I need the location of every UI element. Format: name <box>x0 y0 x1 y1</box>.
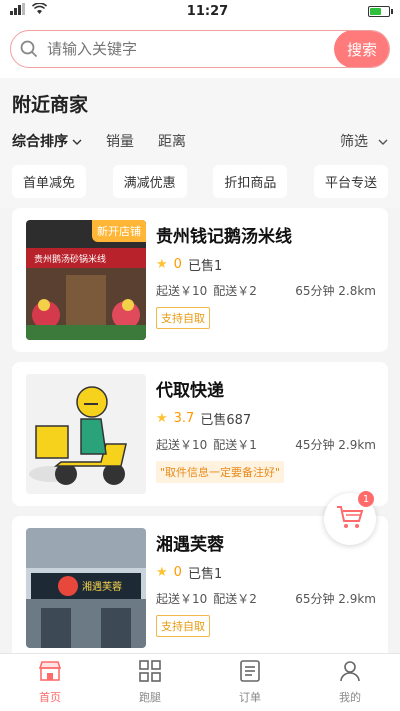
self-pickup-tag: 支持自取 <box>156 307 210 329</box>
sort-distance[interactable]: 距离 <box>158 131 186 151</box>
shop-score: 0 <box>173 565 182 580</box>
shop-image: 贵州鹅汤砂锅米线 新开店铺 <box>26 220 146 340</box>
sort-comprehensive[interactable]: 综合排序 <box>12 131 82 151</box>
shop-sign-text: 湘遇芙蓉 <box>82 580 122 593</box>
sort-bar: 综合排序 销量 距离 筛选 <box>12 131 388 151</box>
chip-discount-full[interactable]: 满减优惠 <box>112 165 187 198</box>
bottom-tab-bar: 首页 跑腿 订单 我的 <box>0 653 400 711</box>
search-input[interactable] <box>47 40 334 58</box>
star-icon: ★ <box>156 257 168 272</box>
store-icon <box>38 660 62 685</box>
tab-errand[interactable]: 跑腿 <box>100 654 200 711</box>
delivery-fee: 配送￥2 <box>213 284 257 298</box>
shop-score: 0 <box>173 257 182 272</box>
cart-button[interactable]: 1 <box>324 491 376 545</box>
tab-home-label: 首页 <box>39 691 61 704</box>
battery-icon <box>367 5 393 17</box>
tab-home[interactable]: 首页 <box>0 654 100 711</box>
tab-profile[interactable]: 我的 <box>300 654 400 711</box>
status-bar: 11:27 <box>0 0 400 22</box>
shop-sign-text: 贵州鹅汤砂锅米线 <box>34 253 106 265</box>
chip-discount-goods[interactable]: 折扣商品 <box>213 165 288 198</box>
search-area: 搜索 <box>0 22 400 78</box>
grid-icon <box>139 660 161 685</box>
promo-chips: 首单减免 满减优惠 折扣商品 平台专送 <box>12 165 388 208</box>
chip-platform-delivery[interactable]: 平台专送 <box>313 165 388 198</box>
note-tag: "取件信息一定要备注好" <box>156 461 285 483</box>
chip-first-order[interactable]: 首单减免 <box>12 165 87 198</box>
shop-name: 代取快递 <box>156 381 224 401</box>
search-button[interactable]: 搜索 <box>334 31 389 67</box>
shop-sold: 已售687 <box>200 413 252 428</box>
tab-profile-label: 我的 <box>339 691 361 704</box>
eta-distance: 65分钟 2.8km <box>295 284 376 298</box>
chevron-down-icon <box>378 133 388 149</box>
shop-card[interactable]: 贵州鹅汤砂锅米线 新开店铺 贵州钱记鹅汤米线 ★ 0 已售1 起送￥10 配送￥2… <box>12 208 388 352</box>
status-time: 11:27 <box>186 3 229 19</box>
sort-sales[interactable]: 销量 <box>106 131 134 151</box>
nearby-section: 附近商家 综合排序 销量 距离 筛选 首单减免 满减优惠 折扣商品 平台专送 <box>0 78 400 208</box>
shop-list: 贵州鹅汤砂锅米线 新开店铺 贵州钱记鹅汤米线 ★ 0 已售1 起送￥10 配送￥2… <box>0 208 400 660</box>
delivery-fee: 配送￥1 <box>213 438 257 452</box>
eta-distance: 45分钟 2.9km <box>295 438 376 452</box>
self-pickup-tag: 支持自取 <box>156 615 210 637</box>
user-icon <box>339 660 361 685</box>
tab-errand-label: 跑腿 <box>139 691 161 704</box>
filter-button[interactable]: 筛选 <box>340 131 388 151</box>
min-order: 起送￥10 <box>156 592 208 606</box>
cart-count-badge: 1 <box>358 491 374 507</box>
chevron-down-icon <box>72 133 82 149</box>
star-icon: ★ <box>156 411 168 426</box>
shop-card[interactable]: 代取快递 ★ 3.7 已售687 起送￥10 配送￥1 45分钟 2.9km "取… <box>12 362 388 506</box>
shop-image <box>26 374 146 494</box>
shop-score: 3.7 <box>173 411 195 426</box>
tab-orders[interactable]: 订单 <box>200 654 300 711</box>
delivery-fee: 配送￥2 <box>213 592 257 606</box>
signal-icon <box>10 3 26 19</box>
shop-image: 湘遇芙蓉 <box>26 528 146 648</box>
star-icon: ★ <box>156 565 168 580</box>
new-shop-badge: 新开店铺 <box>92 220 146 242</box>
filter-label: 筛选 <box>340 134 368 150</box>
wifi-icon <box>31 2 48 19</box>
tab-orders-label: 订单 <box>239 691 261 704</box>
sort-comprehensive-label: 综合排序 <box>12 134 68 150</box>
shop-sold: 已售1 <box>187 567 223 582</box>
section-title: 附近商家 <box>12 94 89 116</box>
order-list-icon <box>240 660 260 685</box>
shop-name: 贵州钱记鹅汤米线 <box>156 227 292 247</box>
cart-icon <box>336 504 364 534</box>
eta-distance: 65分钟 2.9km <box>295 592 376 606</box>
min-order: 起送￥10 <box>156 438 208 452</box>
search-bar[interactable]: 搜索 <box>10 30 390 68</box>
search-icon <box>11 40 47 58</box>
shop-sold: 已售1 <box>187 259 223 274</box>
min-order: 起送￥10 <box>156 284 208 298</box>
